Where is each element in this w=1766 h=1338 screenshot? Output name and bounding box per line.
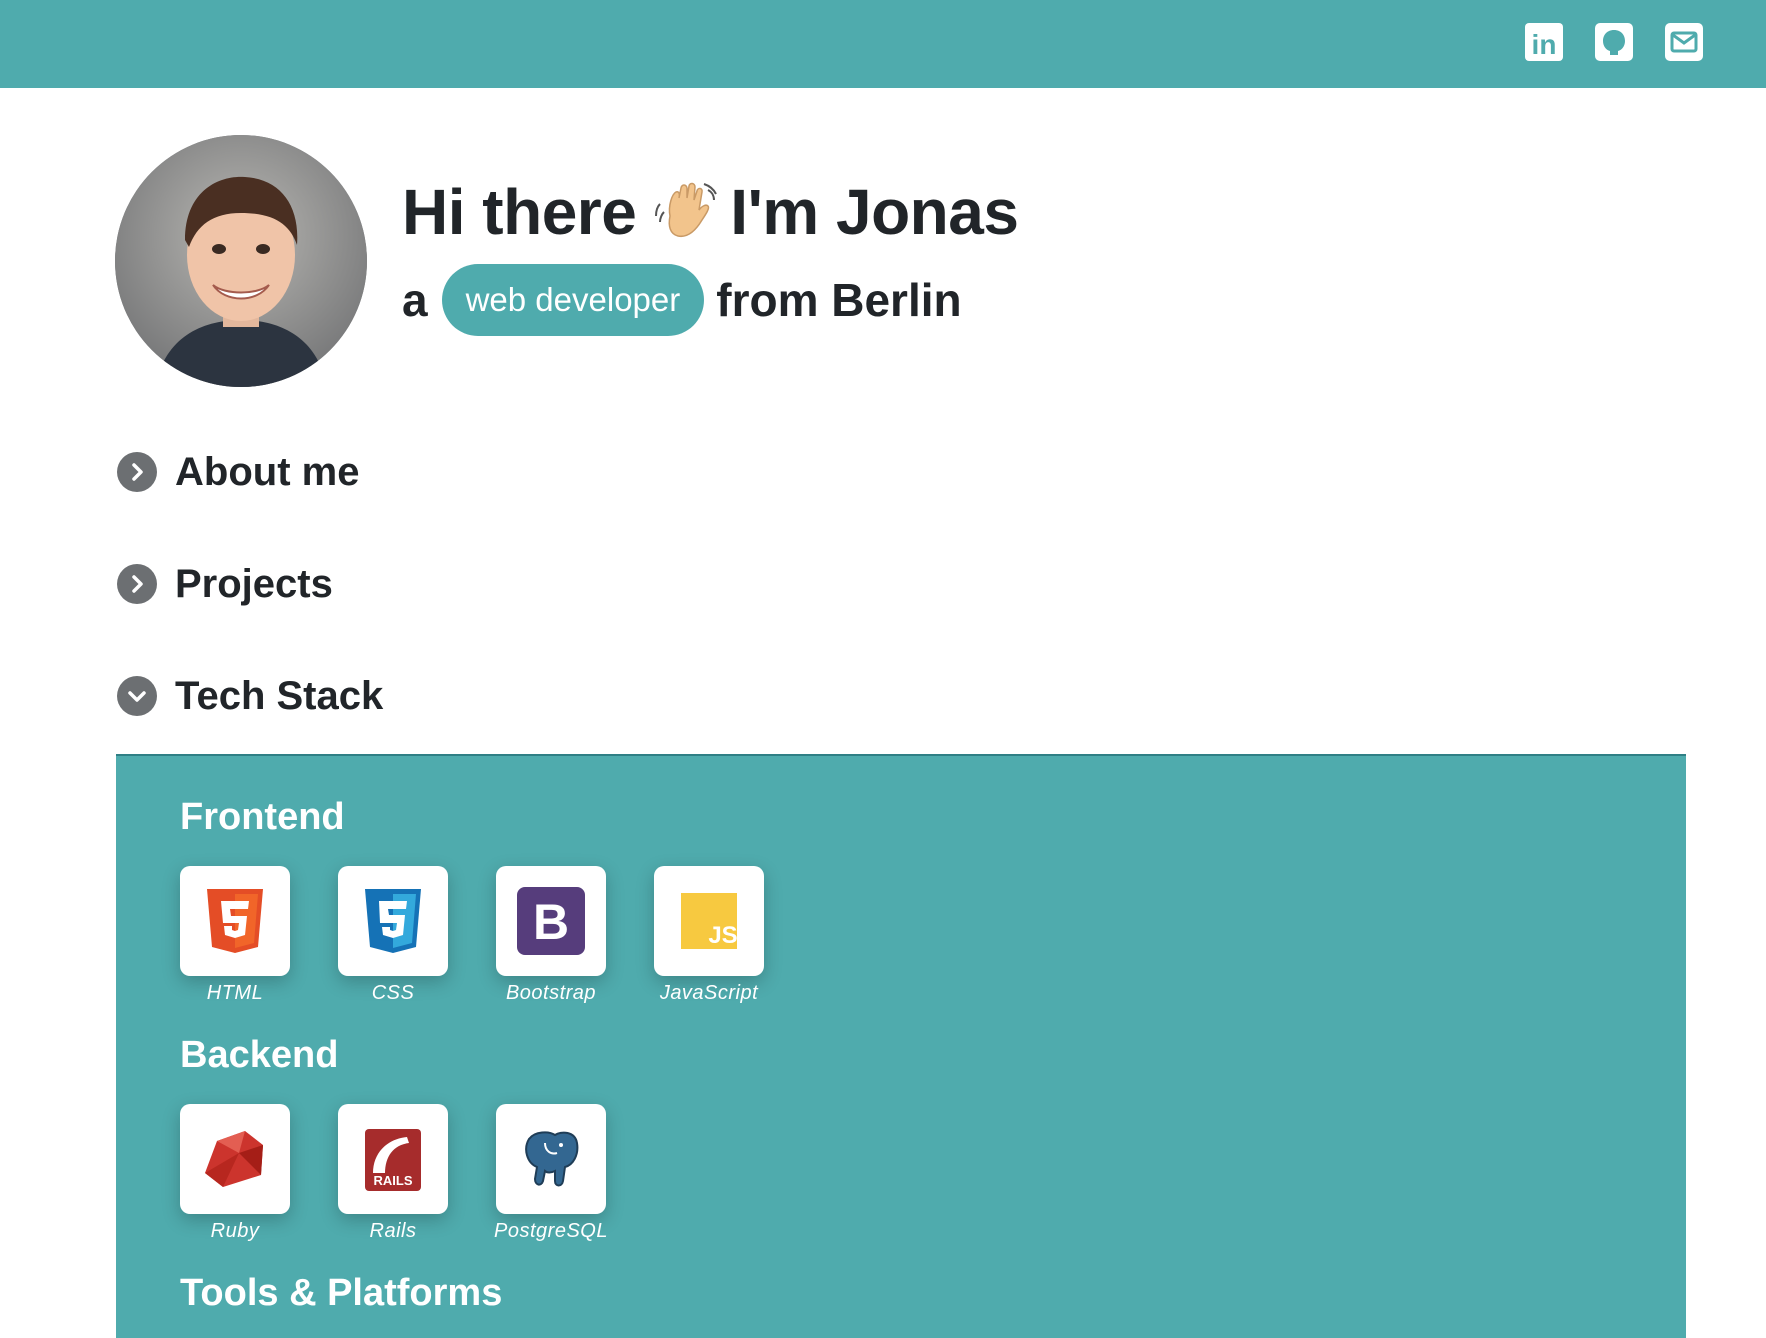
tech-label: PostgreSQL <box>494 1220 608 1242</box>
group-title-tools-platforms: Tools & Platforms <box>180 1272 503 1314</box>
section-about-me[interactable]: About me <box>117 442 359 502</box>
html-tile[interactable] <box>180 866 290 976</box>
css-tile[interactable] <box>338 866 448 976</box>
github-icon <box>1595 23 1633 61</box>
linkedin-icon: in <box>1525 23 1563 61</box>
email-icon <box>1665 23 1703 61</box>
linkedin-link[interactable]: in <box>1524 22 1564 62</box>
svg-text:in: in <box>1532 29 1557 60</box>
rails-icon: RAILS <box>365 1129 421 1191</box>
ruby-tile[interactable] <box>180 1104 290 1214</box>
tech-item-ruby: Ruby <box>175 1104 295 1243</box>
tech-item-css: CSS <box>333 866 453 1005</box>
section-label: Tech Stack <box>175 673 384 718</box>
tech-label: Ruby <box>210 1220 260 1242</box>
section-label: About me <box>175 449 360 494</box>
hero-headline: Hi there I'm Jonas <box>402 172 1019 252</box>
postgresql-elephant-icon <box>525 1131 579 1187</box>
bootstrap-icon: B <box>517 887 585 955</box>
tech-label: HTML <box>206 982 264 1004</box>
waving-hand-icon <box>650 176 720 246</box>
hero-intro: I'm Jonas <box>730 176 1019 248</box>
chevron-down-icon <box>117 676 157 716</box>
tech-label: Rails <box>369 1220 417 1242</box>
tech-label: JavaScript <box>659 982 759 1004</box>
profile-avatar <box>115 135 367 387</box>
javascript-tile[interactable]: JS <box>654 866 764 976</box>
chevron-right-icon <box>117 452 157 492</box>
postgresql-tile[interactable] <box>496 1104 606 1214</box>
tech-item-bootstrap: B Bootstrap <box>491 866 611 1005</box>
tech-label: CSS <box>371 982 415 1004</box>
section-projects[interactable]: Projects <box>117 554 333 614</box>
tech-item-postgresql: PostgreSQL <box>491 1104 611 1243</box>
hero-subline: a web developer from Berlin <box>402 264 962 336</box>
svg-text:JS: JS <box>708 922 737 949</box>
tech-label: Bootstrap <box>505 982 597 1004</box>
chevron-right-icon <box>117 564 157 604</box>
tech-item-html: HTML <box>175 866 295 1005</box>
svg-text:B: B <box>533 894 569 950</box>
group-title-backend: Backend <box>180 1034 339 1076</box>
javascript-icon: JS <box>681 893 738 949</box>
profile-photo <box>115 135 367 387</box>
bootstrap-tile[interactable]: B <box>496 866 606 976</box>
section-label: Projects <box>175 561 333 606</box>
css3-icon <box>365 889 421 953</box>
group-title-frontend: Frontend <box>180 796 345 838</box>
ruby-icon <box>205 1131 263 1187</box>
hero-location: from Berlin <box>716 274 962 326</box>
hero-greeting: Hi there <box>402 176 637 248</box>
svg-text:RAILS: RAILS <box>374 1173 413 1188</box>
tech-item-rails: RAILS Rails <box>333 1104 453 1243</box>
tech-item-javascript: JS JavaScript <box>649 866 769 1005</box>
role-badge: web developer <box>441 264 705 336</box>
html5-icon <box>207 889 263 953</box>
hero-article: a <box>402 274 428 326</box>
top-navbar: in <box>0 0 1766 88</box>
email-link[interactable] <box>1664 22 1704 62</box>
section-tech-stack[interactable]: Tech Stack <box>117 666 383 726</box>
rails-tile[interactable]: RAILS <box>338 1104 448 1214</box>
github-link[interactable] <box>1594 22 1634 62</box>
tech-stack-panel: Frontend HTML CSS B Bootstrap JS JavaScr… <box>116 754 1686 1338</box>
